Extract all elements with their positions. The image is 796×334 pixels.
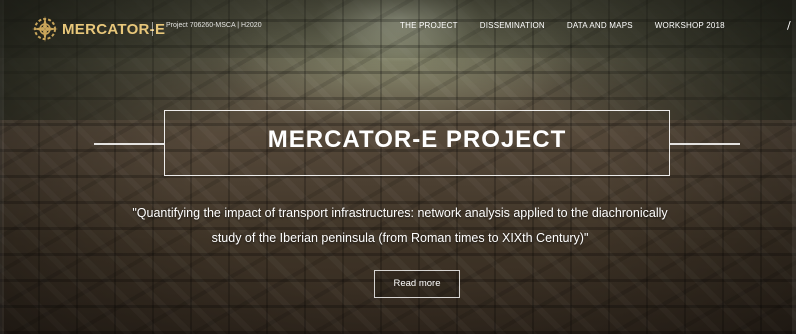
nav-overflow[interactable]: / (787, 19, 791, 32)
compass-rose-icon (32, 16, 58, 42)
nav-item-dissemination[interactable]: DISSEMINATION (480, 21, 545, 35)
title-line-left (94, 143, 164, 145)
nav-item-workshop-2018[interactable]: WORKSHOP 2018 (655, 21, 725, 35)
nav-separator (152, 22, 153, 36)
read-more-button[interactable]: Read more (374, 270, 460, 298)
hero-subtitle-line-1: "Quantifying the impact of transport inf… (132, 206, 668, 220)
navbar: MERCATOR-E Project 706260-MSCA | H2020 T… (0, 0, 796, 58)
hero-banner: MERCATOR-E Project 706260-MSCA | H2020 T… (0, 0, 796, 334)
logo-text: MERCATOR-E (62, 20, 166, 38)
page-title: MERCATOR-E PROJECT (267, 126, 567, 153)
logo[interactable]: MERCATOR-E (30, 12, 165, 46)
nav-menu: THE PROJECT DISSEMINATION DATA AND MAPS … (400, 21, 747, 35)
hero-subtitle-line-2: study of the Iberian peninsula (from Rom… (211, 231, 589, 245)
project-id: Project 706260-MSCA | H2020 (166, 22, 262, 29)
nav-item-data-and-maps[interactable]: DATA AND MAPS (567, 21, 633, 35)
nav-item-the-project[interactable]: THE PROJECT (400, 21, 458, 35)
title-line-right (670, 143, 740, 145)
hero-subtitle: "Quantifying the impact of transport inf… (50, 201, 750, 251)
